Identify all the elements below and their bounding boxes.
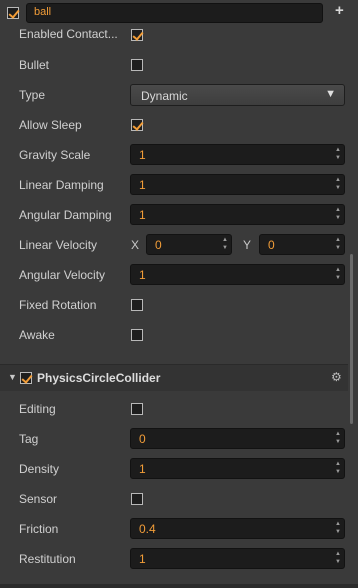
triangle-down-icon[interactable]: ▼ <box>8 372 17 382</box>
density-stepper[interactable]: ▲ ▼ <box>333 460 343 477</box>
scrollbar[interactable] <box>350 254 353 424</box>
editing-label: Editing <box>19 402 56 416</box>
type-select[interactable]: Dynamic ▼ <box>130 84 345 106</box>
type-select-value: Dynamic <box>141 89 188 103</box>
linear-velocity-label: Linear Velocity <box>19 238 98 252</box>
gravity-scale-stepper[interactable]: ▲ ▼ <box>333 146 343 163</box>
angular-velocity-stepper[interactable]: ▲ ▼ <box>333 266 343 283</box>
linear-velocity-x-value: 0 <box>155 238 162 252</box>
density-field[interactable]: 1 ▲ ▼ <box>130 458 345 479</box>
editing-checkbox[interactable] <box>131 403 143 415</box>
x-axis-label: X <box>131 238 140 252</box>
friction-label: Friction <box>19 522 59 536</box>
enabled-contact-label: Enabled Contact... <box>19 27 118 41</box>
sensor-label: Sensor <box>19 492 58 506</box>
angular-velocity-label: Angular Velocity <box>19 268 106 282</box>
linear-velocity-y-value: 0 <box>268 238 275 252</box>
friction-stepper[interactable]: ▲ ▼ <box>333 520 343 537</box>
linear-velocity-x-field[interactable]: 0 ▲ ▼ <box>146 234 232 255</box>
dropdown-arrow-icon: ▼ <box>325 88 336 100</box>
restitution-stepper[interactable]: ▲ ▼ <box>333 550 343 567</box>
node-name-input[interactable]: ball <box>26 3 323 23</box>
density-label: Density <box>19 462 60 476</box>
node-enabled-checkbox[interactable] <box>7 7 19 19</box>
gravity-scale-value: 1 <box>139 148 146 162</box>
gear-icon[interactable]: ⚙ <box>331 370 342 384</box>
friction-field[interactable]: 0.4 ▲ ▼ <box>130 518 345 539</box>
restitution-label: Restitution <box>19 552 76 566</box>
angular-velocity-value: 1 <box>139 268 146 282</box>
allow-sleep-label: Allow Sleep <box>19 118 82 132</box>
awake-label: Awake <box>19 328 55 342</box>
angular-velocity-field[interactable]: 1 ▲ ▼ <box>130 264 345 285</box>
gravity-scale-field[interactable]: 1 ▲ ▼ <box>130 144 345 165</box>
restitution-value: 1 <box>139 552 146 566</box>
angular-damping-value: 1 <box>139 208 146 222</box>
node-header: ball + <box>0 0 358 26</box>
linear-velocity-y-field[interactable]: 0 ▲ ▼ <box>259 234 345 255</box>
tag-field[interactable]: 0 ▲ ▼ <box>130 428 345 449</box>
linear-velocity-y-stepper[interactable]: ▲ ▼ <box>333 236 343 253</box>
linear-velocity-x-stepper[interactable]: ▲ ▼ <box>220 236 230 253</box>
fixed-rotation-label: Fixed Rotation <box>19 298 97 312</box>
density-value: 1 <box>139 462 146 476</box>
tag-label: Tag <box>19 432 39 446</box>
angular-damping-field[interactable]: 1 ▲ ▼ <box>130 204 345 225</box>
bullet-label: Bullet <box>19 58 50 72</box>
properties-panel: ball + Enabled Contact... Bullet Type Dy… <box>0 0 358 588</box>
restitution-field[interactable]: 1 ▲ ▼ <box>130 548 345 569</box>
y-axis-label: Y <box>243 238 252 252</box>
allow-sleep-checkbox[interactable] <box>131 119 143 131</box>
plus-icon[interactable]: + <box>335 2 344 19</box>
tag-stepper[interactable]: ▲ ▼ <box>333 430 343 447</box>
gravity-scale-label: Gravity Scale <box>19 148 91 162</box>
panel-bottom-divider <box>0 584 358 588</box>
collider-title: PhysicsCircleCollider <box>37 371 161 385</box>
linear-damping-value: 1 <box>139 178 146 192</box>
angular-damping-stepper[interactable]: ▲ ▼ <box>333 206 343 223</box>
linear-damping-label: Linear Damping <box>19 178 104 192</box>
bullet-checkbox[interactable] <box>131 59 143 71</box>
awake-checkbox[interactable] <box>131 329 143 341</box>
angular-damping-label: Angular Damping <box>19 208 112 222</box>
linear-damping-stepper[interactable]: ▲ ▼ <box>333 176 343 193</box>
fixed-rotation-checkbox[interactable] <box>131 299 143 311</box>
tag-value: 0 <box>139 432 146 446</box>
enabled-contact-checkbox[interactable] <box>131 29 143 41</box>
collider-enabled-checkbox[interactable] <box>20 372 32 384</box>
type-label: Type <box>19 88 46 102</box>
sensor-checkbox[interactable] <box>131 493 143 505</box>
collider-header[interactable]: ▼ PhysicsCircleCollider ⚙ <box>0 364 348 391</box>
linear-damping-field[interactable]: 1 ▲ ▼ <box>130 174 345 195</box>
friction-value: 0.4 <box>139 522 156 536</box>
